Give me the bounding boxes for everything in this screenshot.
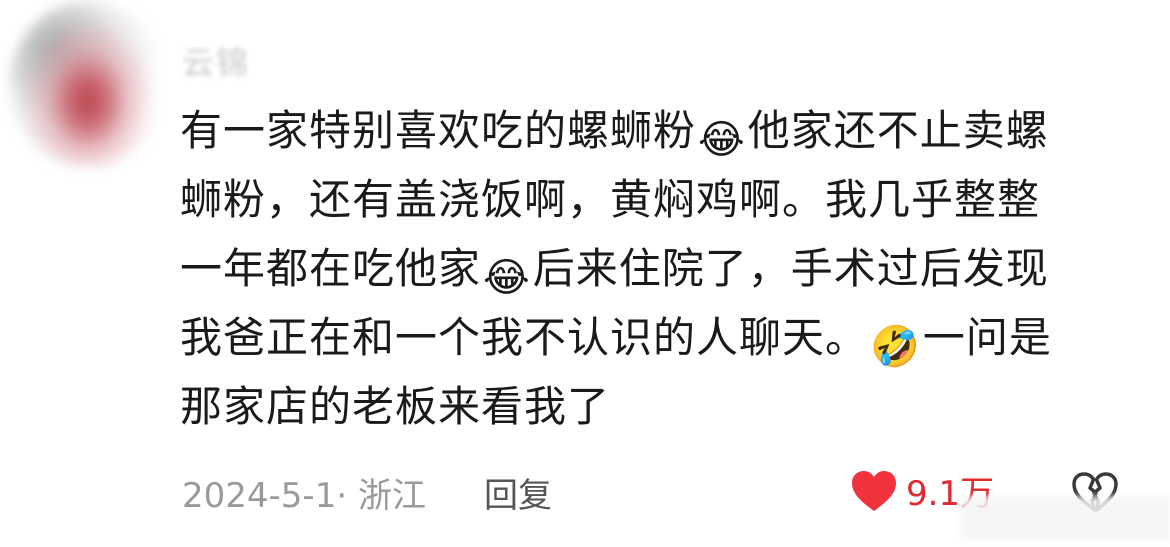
heart-icon [852, 470, 896, 511]
comment-line: 有一家特别喜欢吃的螺蛳粉😂他家还不止卖螺 [180, 96, 1140, 165]
watermark [960, 496, 1170, 540]
reply-button[interactable]: 回复 [484, 468, 552, 517]
comment-card: 云锦 有一家特别喜欢吃的螺蛳粉😂他家还不止卖螺 蛳粉，还有盖浇饭啊，黄焖鸡啊。我… [0, 0, 1170, 547]
laughing-tears-emoji-icon: 😂 [698, 117, 746, 163]
comment-text: 后来住院了，手术过后发现 [532, 244, 1049, 293]
comment-text: 一问是 [922, 313, 1052, 362]
comment-text: 我爸正在和一个我不认识的人聊天。 [180, 313, 869, 362]
comment-text: 蛳粉，还有盖浇饭啊，黄焖鸡啊。我几乎整整 [180, 175, 1041, 224]
avatar[interactable] [10, 2, 165, 167]
comment-body: 有一家特别喜欢吃的螺蛳粉😂他家还不止卖螺 蛳粉，还有盖浇饭啊，黄焖鸡啊。我几乎整… [180, 96, 1140, 441]
date-location: 2024-5-1· 浙江 [182, 476, 426, 516]
comment-text: 那家店的老板来看我了 [180, 382, 611, 431]
comment-text: 一年都在吃他家 [180, 244, 482, 293]
comment-line: 那家店的老板来看我了 [180, 372, 1140, 441]
comment-line: 我爸正在和一个我不认识的人聊天。🤣一问是 [180, 303, 1140, 372]
comment-line: 蛳粉，还有盖浇饭啊，黄焖鸡啊。我几乎整整 [180, 165, 1140, 234]
comment-meta: 2024-5-1· 浙江 回复 [182, 468, 552, 517]
comment-line: 一年都在吃他家😂后来住院了，手术过后发现 [180, 234, 1140, 303]
comment-text: 他家还不止卖螺 [747, 106, 1049, 155]
rolling-laughing-emoji-icon: 🤣 [870, 324, 921, 370]
laughing-tears-emoji-icon: 😂 [483, 255, 531, 301]
username[interactable]: 云锦 [182, 38, 250, 84]
comment-text: 有一家特别喜欢吃的螺蛳粉 [180, 106, 697, 155]
